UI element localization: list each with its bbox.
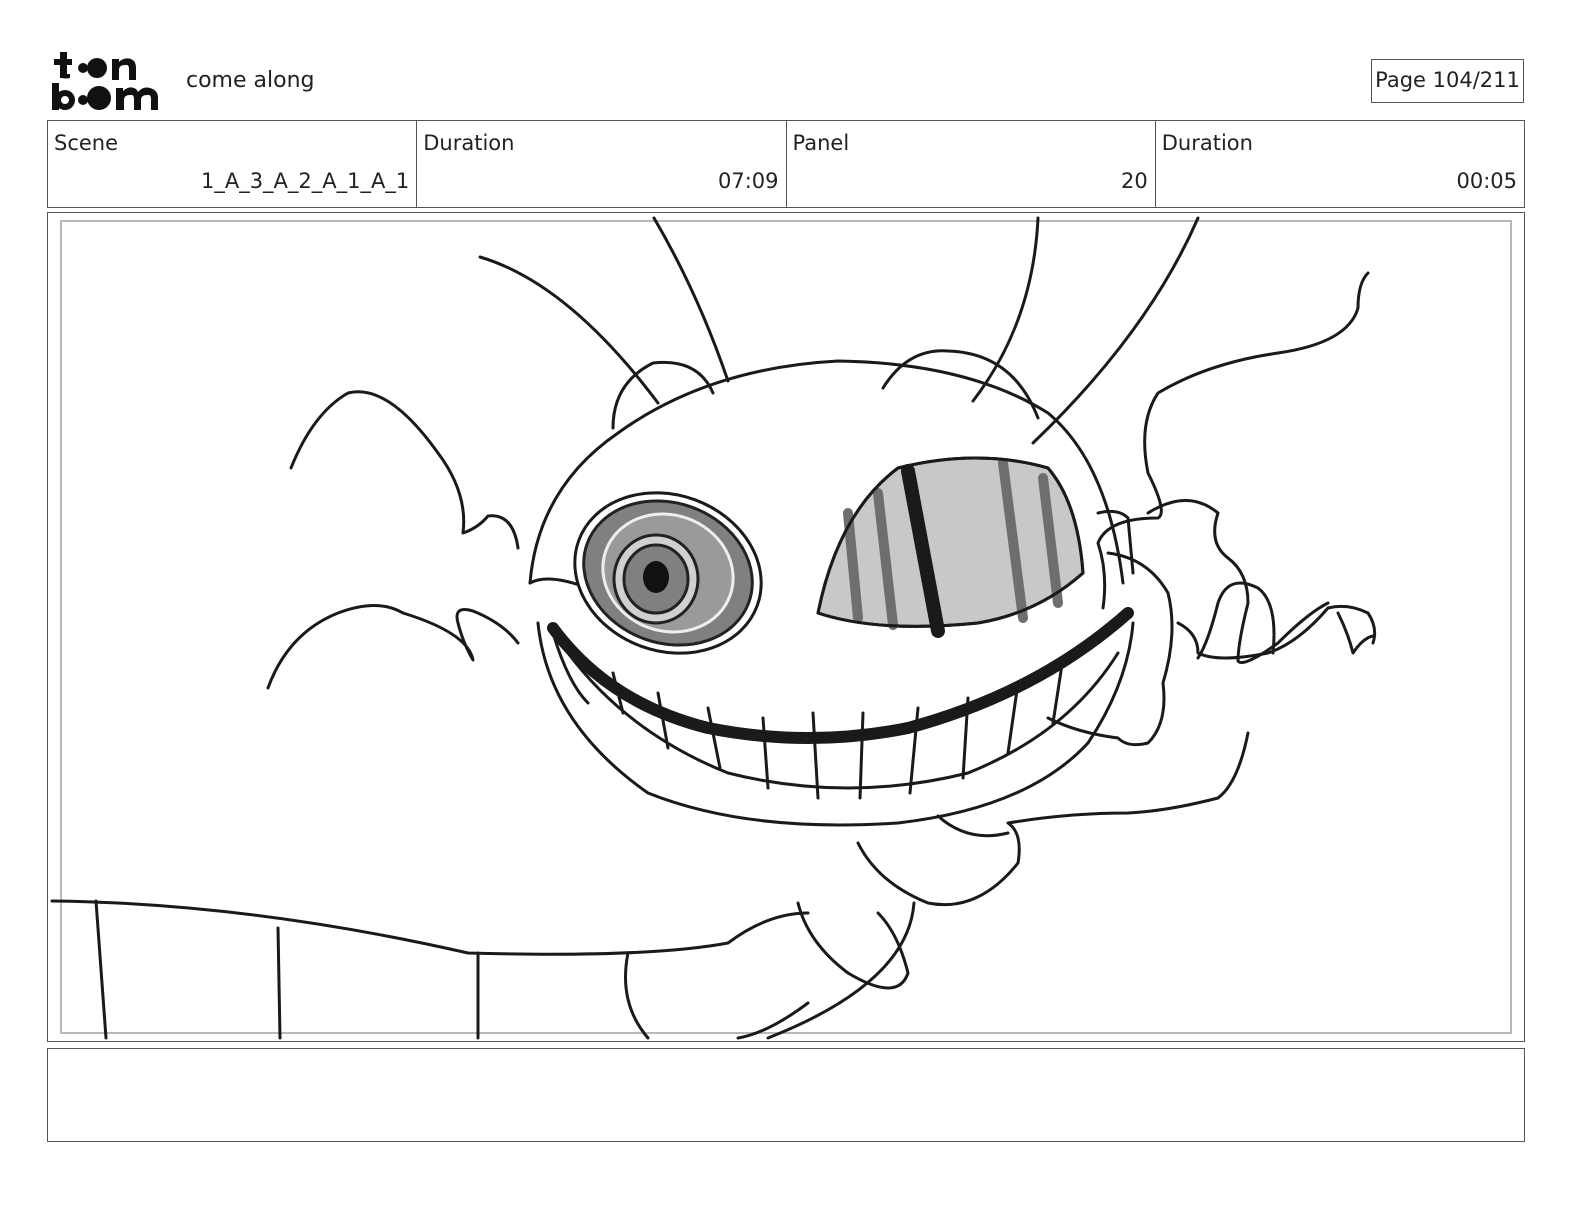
panel-label: Panel	[792, 131, 850, 155]
scene-value: 1_A_3_A_2_A_1_A_1	[200, 169, 410, 193]
panel-frame	[47, 212, 1525, 1042]
panel-value: 20	[1121, 169, 1148, 193]
scene-duration-cell: Duration 07:09	[417, 121, 787, 207]
scene-label: Scene	[54, 131, 119, 155]
scene-cell: Scene 1_A_3_A_2_A_1_A_1	[48, 121, 418, 207]
project-title: come along	[186, 68, 315, 93]
panel-duration-label: Duration	[1161, 131, 1253, 155]
toon-boom-logo	[52, 52, 158, 110]
info-table: Scene 1_A_3_A_2_A_1_A_1 Duration 07:09 P…	[47, 120, 1525, 208]
panel-duration-cell: Duration 00:05	[1156, 121, 1524, 207]
sketch-drawing	[50, 216, 1377, 1040]
panel-cell: Panel 20	[787, 121, 1156, 207]
panel-duration-value: 00:05	[1456, 169, 1517, 193]
panel-notes-box	[47, 1048, 1525, 1142]
scene-duration-value: 07:09	[717, 169, 779, 193]
page-number: Page 104/211	[1371, 59, 1524, 103]
scene-duration-label: Duration	[423, 131, 515, 155]
